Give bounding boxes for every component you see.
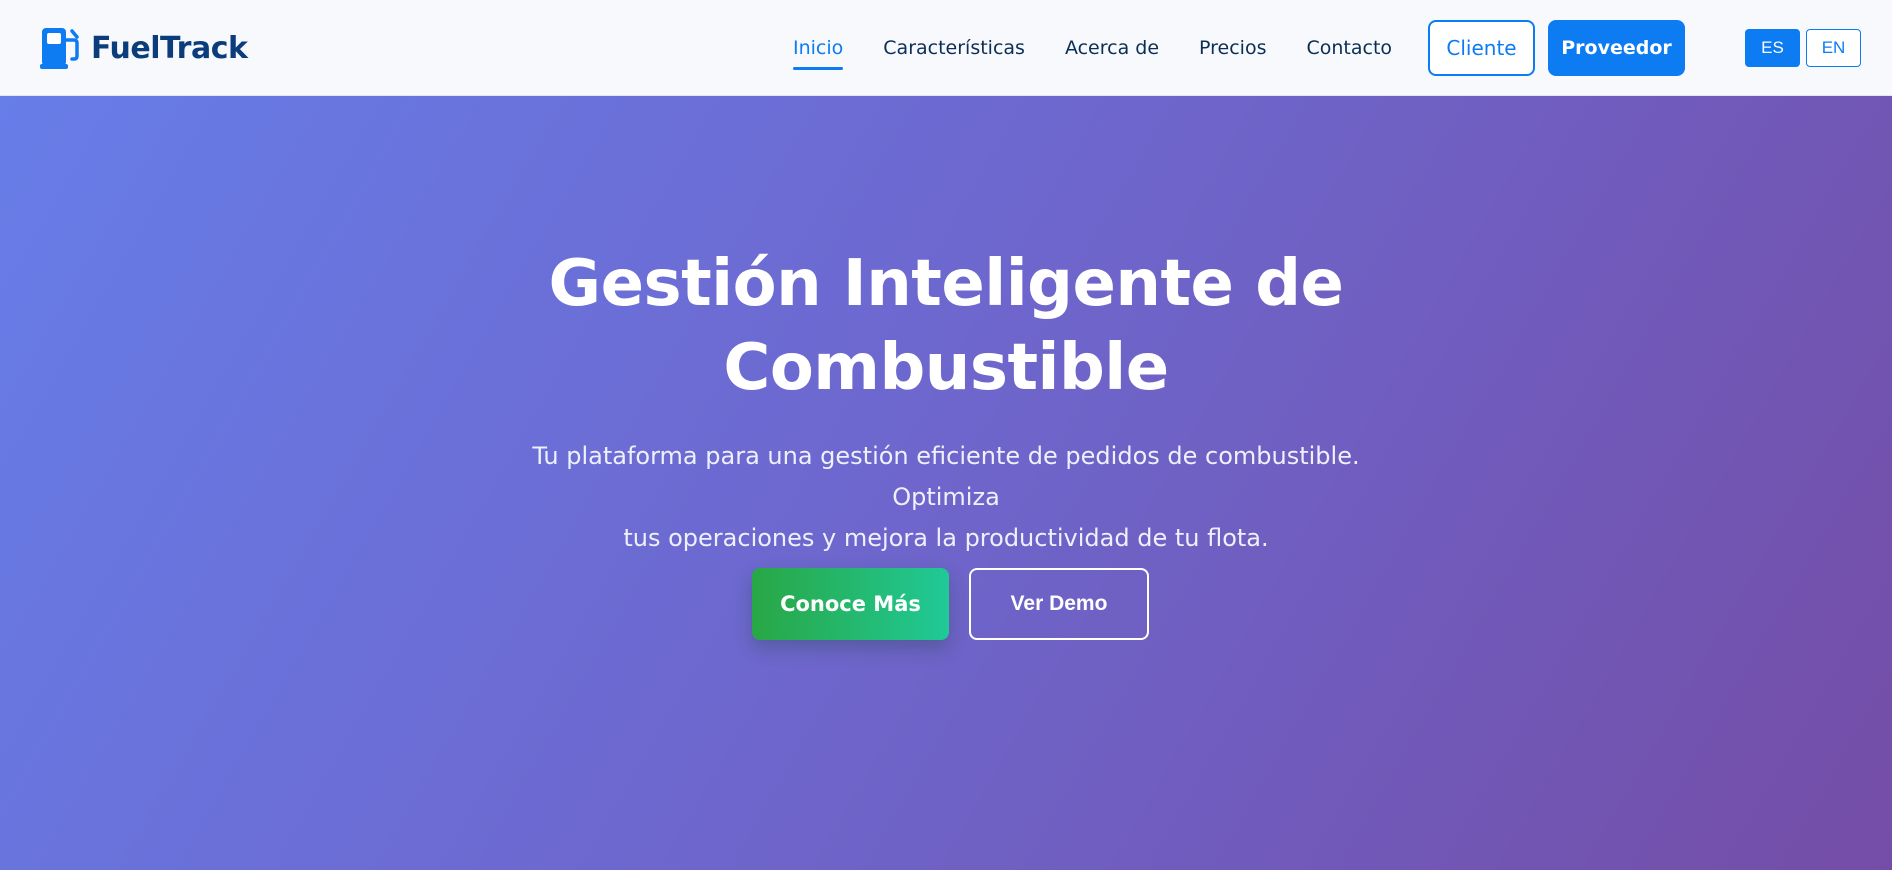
hero-subtitle-line-1: Tu plataforma para una gestión eficiente… <box>532 442 1360 511</box>
hero-title: Gestión Inteligente de Combustible <box>446 242 1446 410</box>
ver-demo-button[interactable]: Ver Demo <box>969 568 1149 640</box>
nav-link-contacto[interactable]: Contacto <box>1306 37 1392 59</box>
navbar: FuelTrack Inicio Características Acerca … <box>0 0 1892 96</box>
hero-subtitle: Tu plataforma para una gestión eficiente… <box>486 436 1406 559</box>
brand-name: FuelTrack <box>91 30 248 66</box>
fuel-pump-icon <box>40 28 79 69</box>
hero-title-line-2: Combustible <box>723 331 1169 405</box>
main-nav: Inicio Características Acerca de Precios… <box>793 0 1392 96</box>
cliente-button[interactable]: Cliente <box>1428 20 1535 76</box>
conoce-mas-button[interactable]: Conoce Más <box>752 568 949 640</box>
language-es-button[interactable]: ES <box>1745 29 1800 67</box>
nav-link-acerca-de[interactable]: Acerca de <box>1065 37 1159 59</box>
proveedor-button[interactable]: Proveedor <box>1548 20 1685 76</box>
hero-subtitle-line-2: tus operaciones y mejora la productivida… <box>623 524 1269 552</box>
hero-title-line-1: Gestión Inteligente de <box>548 247 1344 321</box>
language-en-button[interactable]: EN <box>1806 29 1861 67</box>
hero-section: Gestión Inteligente de Combustible Tu pl… <box>0 96 1892 870</box>
nav-link-inicio[interactable]: Inicio <box>793 37 844 70</box>
nav-link-precios[interactable]: Precios <box>1199 37 1266 59</box>
brand-logo[interactable]: FuelTrack <box>40 26 248 70</box>
nav-link-caracteristicas[interactable]: Características <box>883 37 1025 59</box>
